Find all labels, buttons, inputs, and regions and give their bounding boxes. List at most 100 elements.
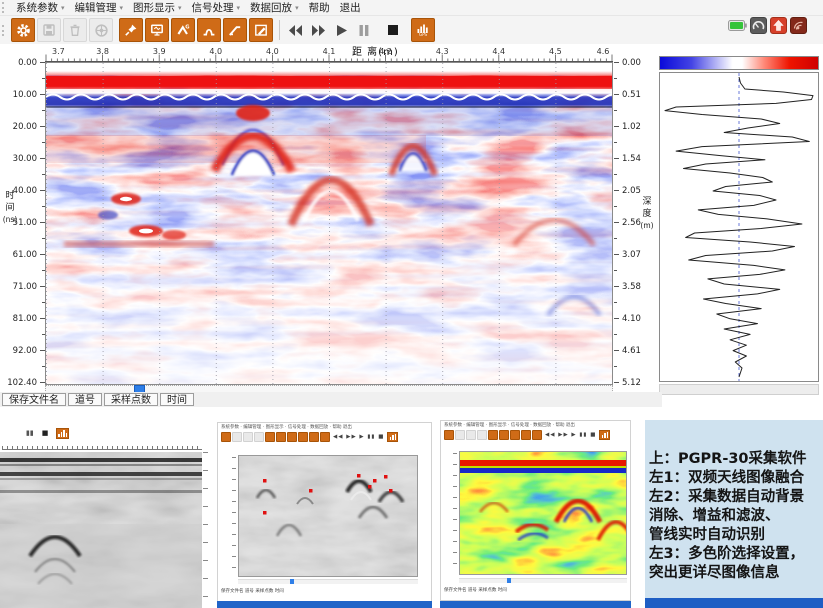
rewind-icon [288,24,303,37]
display-button[interactable] [145,18,169,42]
stop-icon [387,24,399,36]
stop-button[interactable] [382,18,404,42]
axis-tick-label: 3.58 [622,282,641,292]
pause-icon [358,24,370,37]
svg-text:4.4: 4.4 [492,47,505,56]
play-button[interactable] [330,18,352,42]
menu-item-4[interactable]: 信号处理▾ [187,0,246,15]
svg-text:4.2: 4.2 [379,47,392,56]
axis-tick-label: 3.07 [622,250,641,260]
marker-pin-button[interactable] [119,18,143,42]
thumbnail-color-window[interactable]: 系统参数 · 编辑管理 · 图形显示 · 信号处理 · 数据回放 · 帮助 退出… [440,420,631,601]
gain-button[interactable]: G [171,18,195,42]
toolbar-grip [2,25,8,36]
annotation-line-3: 左2：采集数据自动背景 [649,488,823,507]
toolbar: G GPS [0,16,823,44]
fast-forward-button[interactable] [307,18,329,42]
svg-text:4.3: 4.3 [436,47,449,56]
radargram-view[interactable] [45,62,613,385]
chevron-down-icon: ▾ [61,4,65,12]
menu-item-1[interactable]: 系统参数▾ [11,0,70,15]
pin-icon [124,23,138,37]
thumb3-time-ticks [453,453,457,573]
axis-tick-label: 81.00 [13,314,37,324]
toolbar-separator [279,20,280,40]
axis-tick-label: 0.00 [18,58,37,68]
thumbnail-processed-window[interactable]: 系统参数 · 编辑管理 · 图形显示 · 信号处理 · 数据回放 · 帮助 退出… [217,422,432,602]
thumb3-playback-icons: ◀◀ ▶▶ ▶ ▮▮ ■ [545,432,596,438]
time-axis-title: 时间(ns) [1,190,19,226]
tab-4[interactable]: 时间 [160,393,194,406]
svg-text:3.9: 3.9 [153,47,166,56]
menu-item-6[interactable]: 帮助 [304,0,335,15]
wheel-button[interactable] [89,18,113,42]
app-window: 系统参数▾编辑管理▾图形显示▾信号处理▾数据回放▾帮助退出 G [0,0,823,608]
time-axis-ticks [38,62,45,384]
axis-tick-label: 71.00 [13,282,37,292]
rewind-button[interactable] [284,18,306,42]
thumb2-status-tabs: 保存文件名 道号 采样点数 时间 [221,588,284,594]
status-tabs: 保存文件名道号采样点数时间 [0,392,662,407]
thumb3-status-tabs: 保存文件名 道号 采样点数 时间 [444,587,507,593]
chevron-down-icon: ▾ [295,4,299,12]
thumb2-time-ticks [232,457,236,575]
tab-2[interactable]: 道号 [68,393,102,406]
radargram-image [46,63,612,384]
filter-button[interactable] [197,18,221,42]
menu-item-5[interactable]: 数据回放▾ [245,0,304,15]
speedometer-icon [752,19,765,32]
menu-item-2[interactable]: 编辑管理▾ [70,0,129,15]
axis-tick-label: 4.61 [622,346,641,356]
svg-text:4.5: 4.5 [549,47,562,56]
delete-button[interactable] [63,18,87,42]
trace-panel[interactable] [659,72,819,382]
save-button[interactable] [37,18,61,42]
svg-text:4.0: 4.0 [209,47,222,56]
toolbar-grip [2,2,8,13]
trace-scrollbar[interactable] [659,384,819,395]
axis-tick-label: 0.51 [622,90,641,100]
annotation-line-5: 管线实时自动识别 [649,526,823,545]
tab-3[interactable]: 采样点数 [104,393,158,406]
stop-icon: ■ [42,429,49,437]
menu-item-3[interactable]: 图形显示▾ [128,0,187,15]
thumb3-scrollbar [459,578,627,583]
axis-tick-label: 1.02 [622,122,641,132]
pause-button[interactable] [353,18,375,42]
tab-1[interactable]: 保存文件名 [2,393,66,406]
trace-waveform [660,73,818,381]
annotation-line-1: 上：PGPR-30采集软件 [649,450,823,469]
chevron-down-icon: ▾ [120,4,124,12]
axis-tick-label: 5.12 [622,378,641,388]
annotation-line-4: 消除、增益和滤波、 [649,507,823,526]
annotation-bottom-bar [645,598,823,608]
filter-icon [202,23,216,37]
thumb2-playback-icons: ◀◀ ▶▶ ▶ ▮▮ ■ [333,434,384,440]
settings-button[interactable] [11,18,35,42]
gps-button[interactable]: GPS [411,18,435,42]
axis-tick-label: 102.40 [7,378,37,388]
svg-text:3.8: 3.8 [96,47,109,56]
annotation-line-2: 左1：双频天线图像融合 [649,469,823,488]
gain-curve-button[interactable] [223,18,247,42]
upload-arrow-icon [772,19,785,32]
svg-text:G: G [185,24,189,30]
menu-item-7[interactable]: 退出 [335,0,366,15]
pause-icon: ▮▮ [26,429,34,437]
axis-tick-label: 1.54 [622,154,641,164]
gps-icon [56,428,69,439]
antenna-button[interactable] [790,17,807,34]
svg-text:3.7: 3.7 [52,47,65,56]
upload-button[interactable] [770,17,787,34]
axis-tick-label: 4.10 [622,314,641,324]
thumb1-radargram [0,452,202,608]
brush-icon [254,23,268,37]
clear-button[interactable] [249,18,273,42]
fast-forward-icon [311,24,326,37]
status-icons [728,17,807,34]
thumb2-toolbar: ◀◀ ▶▶ ▶ ▮▮ ■ [218,430,431,444]
axis-tick-label: 0.00 [622,58,641,68]
colorbar [659,56,819,70]
speedometer-button[interactable] [750,17,767,34]
thumb2-taskbar [217,601,432,608]
